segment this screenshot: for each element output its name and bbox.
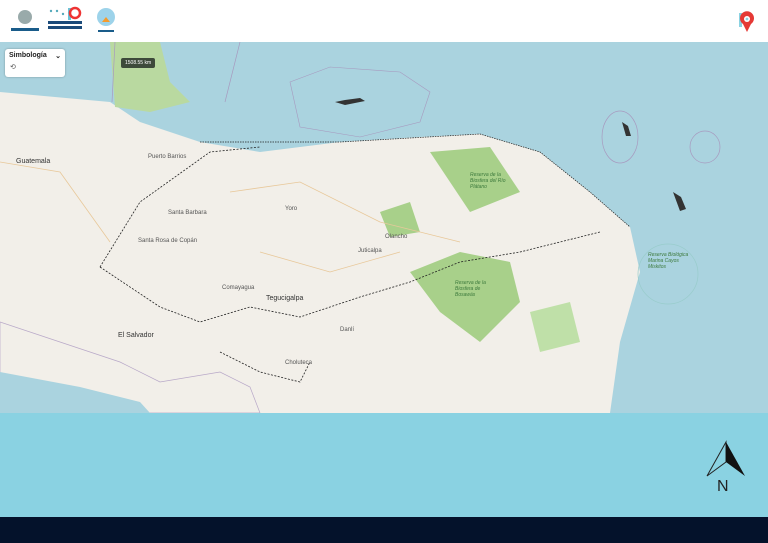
park-label: Reserva Biológica Marina Cayos Miskitos <box>648 252 689 270</box>
place-label: El Salvador <box>118 332 154 339</box>
sinap-logo <box>94 6 118 36</box>
place-label: Guatemala <box>16 158 51 165</box>
place-label: Puerto Barrios <box>148 154 187 160</box>
place-label: Choluteca <box>285 360 313 366</box>
park-label: Reserva de la Biosfera del Río Plátano <box>470 172 506 190</box>
place-label: Juticalpa <box>358 248 382 254</box>
place-label: Tegucigalpa <box>266 295 304 302</box>
place-label: Santa Rosa de Copán <box>138 238 198 244</box>
north-label: N <box>717 478 729 495</box>
place-label: Danlí <box>340 327 355 333</box>
map-basemap <box>0 42 721 413</box>
place-label: Olancho <box>385 234 408 240</box>
honduras-logo <box>8 6 42 36</box>
place-label: Santa Barbara <box>168 210 207 216</box>
legend-strip <box>0 413 768 517</box>
bottom-bar <box>0 517 768 543</box>
park-label: Reserva de la Biosfera de Bosawás <box>455 280 486 298</box>
chevron-down-icon: ⌄ <box>55 53 61 60</box>
symbology-control: Simbología ⌄ ⟲ <box>5 49 65 77</box>
reset-icon[interactable]: ⟲ <box>5 63 65 71</box>
instituto-propiedad-logo <box>46 6 88 36</box>
symbology-label: Simbología <box>9 52 47 59</box>
place-label: Comayagua <box>222 285 255 291</box>
place-label: Yoro <box>285 206 298 212</box>
header <box>0 0 768 42</box>
map-view[interactable]: Guatemala Puerto Barrios Santa Barbara Y… <box>0 42 768 413</box>
scale-label: 1508.55 km <box>121 58 156 68</box>
north-arrow-icon: N <box>703 440 749 500</box>
ip-app-icon[interactable] <box>736 10 758 34</box>
symbology-select[interactable]: Simbología ⌄ <box>5 49 65 63</box>
